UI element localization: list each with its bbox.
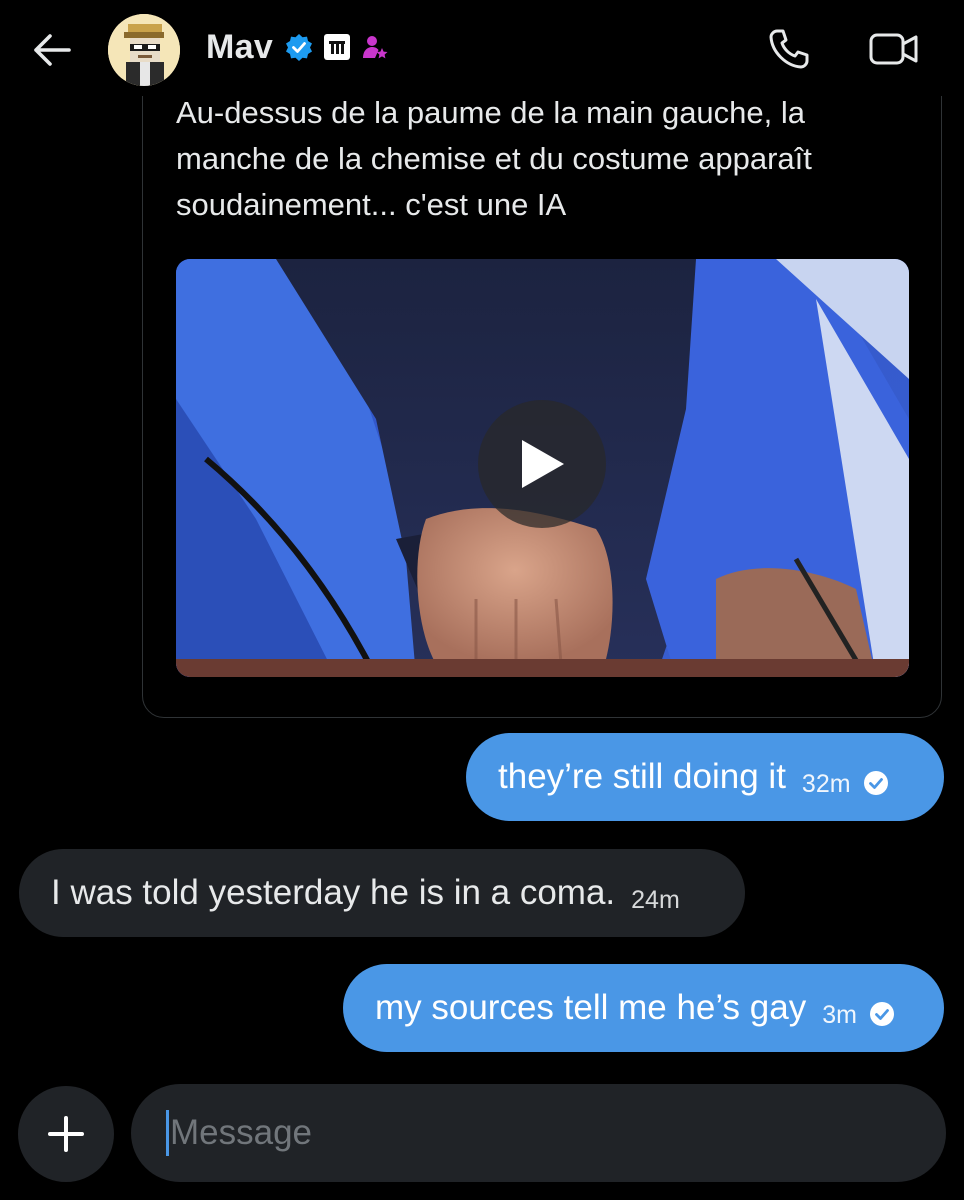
affiliate-logo-icon[interactable] [322, 32, 352, 62]
message-input[interactable]: Message [170, 1110, 312, 1156]
verified-icon[interactable] [284, 32, 314, 62]
arrow-left-icon [34, 34, 71, 66]
play-icon [522, 440, 564, 488]
shared-post-text: Au-dessus de la paume de la main gauche,… [176, 95, 812, 222]
conversation-header: Mav [0, 0, 964, 96]
text-caret [166, 1110, 169, 1156]
check-circle-icon [863, 770, 889, 796]
badge-group [284, 32, 390, 62]
add-attachment-button[interactable] [18, 1086, 114, 1182]
avatar[interactable] [108, 14, 180, 86]
message-bubble-sent[interactable]: they’re still doing it 32m [466, 733, 944, 821]
voice-call-button[interactable] [764, 24, 814, 74]
message-bubble-received[interactable]: I was told yesterday he is in a coma. 24… [19, 849, 745, 937]
pixel-avatar-icon [108, 14, 180, 86]
contact-name[interactable]: Mav [206, 28, 273, 67]
video-call-button[interactable] [866, 24, 922, 74]
back-button[interactable] [28, 26, 76, 74]
play-button[interactable] [478, 400, 606, 528]
check-circle-icon [869, 1001, 895, 1027]
message-text: they’re still doing it [498, 757, 786, 796]
message-text: I was told yesterday he is in a coma. [51, 873, 616, 912]
video-camera-icon [869, 33, 918, 65]
phone-icon [769, 29, 809, 69]
message-bubble-sent[interactable]: my sources tell me he’s gay 3m [343, 964, 944, 1052]
message-text: my sources tell me he’s gay [375, 988, 807, 1027]
message-time: 32m [801, 769, 851, 798]
subscriber-icon[interactable] [360, 32, 390, 62]
message-time: 24m [631, 885, 680, 914]
plus-icon [48, 1116, 84, 1152]
message-time: 3m [822, 1000, 857, 1029]
